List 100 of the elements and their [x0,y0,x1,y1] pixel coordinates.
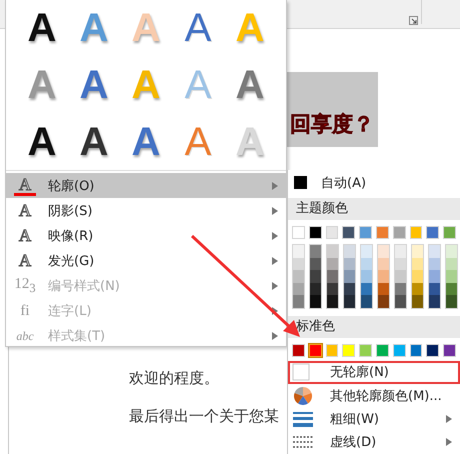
color-swatch[interactable] [361,295,372,308]
color-swatch[interactable] [378,295,389,308]
text-style-preset[interactable]: A [28,62,56,107]
color-swatch[interactable] [412,270,423,283]
color-swatch[interactable] [308,226,322,240]
color-swatch[interactable] [446,282,457,296]
heading-text: 回享度？ [290,111,374,138]
menu-item[interactable]: 无轮廓(N) [288,360,460,384]
color-swatch[interactable] [359,226,372,240]
section-header: 标准色 [288,316,460,338]
color-swatch[interactable] [310,245,321,258]
color-swatch[interactable] [378,270,389,283]
text-style-preset[interactable]: A [28,120,56,164]
color-swatch[interactable] [412,245,423,258]
text-style-preset[interactable]: A [80,120,108,164]
dialog-launcher-icon[interactable] [409,16,418,25]
color-swatch[interactable] [410,344,422,357]
color-swatch[interactable] [443,226,456,240]
color-swatch[interactable] [344,282,355,296]
menu-item[interactable]: 自动(A) [288,170,460,196]
text-style-preset[interactable]: A [184,6,212,50]
color-swatch[interactable] [344,270,355,283]
color-swatch[interactable] [293,245,304,258]
color-swatch[interactable] [327,245,338,258]
color-swatch[interactable] [410,226,422,240]
color-swatch[interactable] [395,270,406,283]
menu-item[interactable]: 虚线(D) [288,430,460,454]
color-swatch[interactable] [326,226,338,240]
color-swatch[interactable] [310,295,321,308]
submenu-arrow-icon [446,438,452,446]
menu-item[interactable]: A 发光(G) [6,248,286,273]
color-swatch[interactable] [426,226,440,240]
color-swatch[interactable] [446,245,457,258]
text-style-preset[interactable]: A [28,6,56,50]
letter-effect-icon: A [14,200,36,220]
color-swatch[interactable] [327,258,338,270]
color-swatch[interactable] [412,258,423,270]
text-style-preset[interactable]: A [80,6,108,50]
color-swatch[interactable] [310,282,321,296]
color-swatch[interactable] [395,295,406,308]
color-swatch[interactable] [429,270,440,283]
color-swatch[interactable] [361,282,372,296]
style-glyph-icon: abc [14,326,36,346]
color-swatch[interactable] [429,295,440,308]
color-swatch[interactable] [429,258,440,270]
menu-item[interactable]: A 阴影(S) [6,198,286,223]
color-swatch[interactable] [429,282,440,296]
color-swatch[interactable] [395,282,406,296]
color-swatch[interactable] [344,245,355,258]
color-swatch[interactable] [446,258,457,270]
text-style-preset[interactable]: A [184,120,212,164]
color-swatch[interactable] [293,270,304,283]
menu-item[interactable]: A 轮廓(O) [6,173,286,198]
color-swatch[interactable] [310,258,321,270]
color-swatch[interactable] [361,258,372,270]
color-swatch[interactable] [344,258,355,270]
color-swatch[interactable] [426,344,440,357]
color-swatch[interactable] [446,295,457,308]
color-swatch[interactable] [327,282,338,296]
submenu-arrow-icon [272,232,278,240]
color-swatch[interactable] [344,295,355,308]
color-swatch[interactable] [359,344,372,357]
color-swatch[interactable] [327,270,338,283]
color-swatch[interactable] [412,282,423,296]
color-swatch[interactable] [292,226,305,240]
submenu-arrow-icon [272,206,278,214]
color-swatch[interactable] [378,258,389,270]
color-swatch[interactable] [443,344,456,357]
color-swatch[interactable] [412,295,423,308]
color-swatch[interactable] [392,344,406,357]
color-swatch[interactable] [293,295,304,308]
color-swatch[interactable] [395,258,406,270]
style-glyph-icon: fi [14,300,36,320]
letter-effect-icon: A [14,250,36,270]
color-swatch[interactable] [361,245,372,258]
body-text: 最后得出一个关于您某 [129,407,279,426]
color-swatch[interactable] [446,270,457,283]
color-swatch[interactable] [392,226,406,240]
color-swatch[interactable] [310,270,321,283]
color-swatch[interactable] [376,226,389,240]
color-swatch[interactable] [292,344,305,357]
color-swatch[interactable] [429,245,440,258]
color-swatch[interactable] [308,344,322,357]
color-swatch[interactable] [378,245,389,258]
color-swatch[interactable] [293,258,304,270]
text-style-preset[interactable]: A [132,120,160,164]
color-swatch[interactable] [376,344,389,357]
color-swatch[interactable] [361,270,372,283]
color-swatch[interactable] [326,344,338,357]
color-swatch[interactable] [342,226,356,240]
text-style-preset[interactable]: A [236,62,264,107]
menu-item[interactable]: 粗细(W) [288,408,460,431]
menu-item[interactable]: 其他轮廓颜色(M)... [288,384,460,408]
color-swatch[interactable] [378,282,389,296]
color-swatch[interactable] [293,282,304,296]
menu-item[interactable]: A 映像(R) [6,223,286,248]
color-swatch[interactable] [395,245,406,258]
text-style-preset[interactable]: A [80,62,108,107]
color-swatch[interactable] [342,344,356,357]
color-swatch[interactable] [327,295,338,308]
